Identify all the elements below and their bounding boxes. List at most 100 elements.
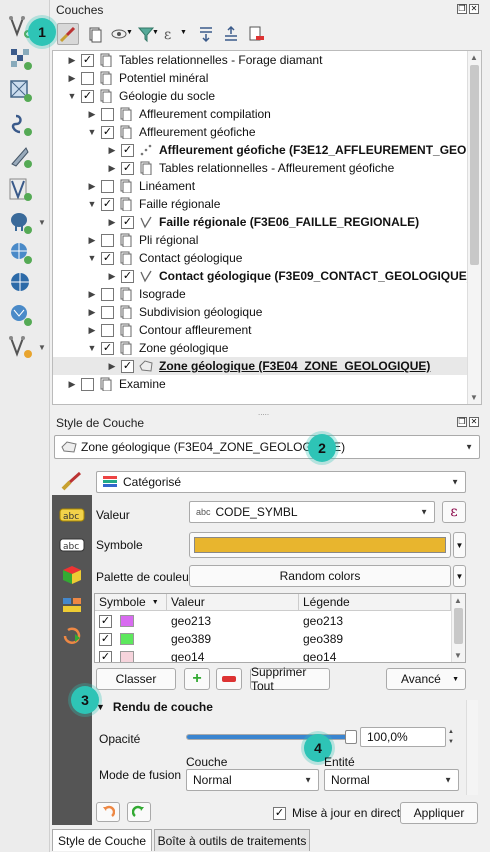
add-wms-layer-icon[interactable] — [6, 238, 36, 268]
expand-down-icon[interactable]: ▼ — [87, 127, 97, 137]
checkbox-unchecked-icon[interactable] — [101, 323, 114, 337]
expand-right-icon[interactable]: ▶ — [107, 145, 117, 156]
checkbox-checked-icon[interactable]: ✓ — [121, 143, 134, 157]
add-delimited-text-icon[interactable] — [6, 110, 36, 140]
layer-tree-item[interactable]: ▶ Contour affleurement — [53, 321, 467, 339]
renderer-combo[interactable]: Catégorisé ▼ — [96, 471, 466, 493]
float-icon[interactable]: ❐ — [457, 417, 467, 427]
checkbox-unchecked-icon[interactable] — [101, 233, 114, 247]
scroll-down-icon[interactable]: ▼ — [470, 393, 478, 402]
expand-right-icon[interactable]: ▶ — [87, 289, 97, 300]
layer-tree-scrollbar[interactable]: ▲ ▼ — [467, 51, 481, 404]
checkbox-checked-icon[interactable]: ✓ — [101, 125, 114, 139]
layer-tree-item[interactable]: ▶ ✓ Affleurement géofiche (F3E12_AFFLEUREM… — [53, 141, 467, 159]
blend-layer-combo[interactable]: Normal ▼ — [186, 769, 319, 791]
chevron-down-icon[interactable]: ▼ — [38, 343, 46, 352]
layer-tree-item[interactable]: ▶ ✓ Tables relationnelles - Forage diamant — [53, 51, 467, 69]
blend-entity-combo[interactable]: Normal ▼ — [324, 769, 459, 791]
header-symbol[interactable]: Symbole ▼ — [95, 594, 167, 611]
apply-button[interactable]: Appliquer — [400, 802, 478, 824]
add-postgis-layer-icon[interactable] — [6, 208, 36, 238]
opacity-spinbox[interactable]: 100,0% — [360, 727, 446, 747]
category-row[interactable]: ✓ geo213 geo213 — [95, 612, 451, 630]
close-icon[interactable]: ✕ — [469, 4, 479, 14]
checkbox-checked-icon[interactable]: ✓ — [99, 650, 112, 662]
layer-tree-item[interactable]: ▶ ✓ Tables relationnelles - Affleurement g… — [53, 159, 467, 177]
live-update-checkbox[interactable]: ✓ Mise à jour en direct — [273, 806, 400, 820]
category-row[interactable]: ✓ geo389 geo389 — [95, 630, 451, 648]
layer-tree-item[interactable]: ▼ ✓ Affleurement géofiche — [53, 123, 467, 141]
layer-tree-item[interactable]: ▼ ✓ Géologie du socle — [53, 87, 467, 105]
close-icon[interactable]: ✕ — [469, 417, 479, 427]
expand-right-icon[interactable]: ▶ — [107, 271, 117, 282]
diagrams-tab[interactable] — [58, 593, 86, 617]
add-spatialite-layer-icon[interactable] — [6, 175, 36, 205]
category-swatch[interactable] — [120, 633, 134, 645]
checkbox-unchecked-icon[interactable] — [81, 377, 94, 391]
scroll-thumb[interactable] — [454, 608, 463, 644]
checkbox-unchecked-icon[interactable] — [101, 305, 114, 319]
expand-down-icon[interactable]: ▼ — [87, 199, 97, 209]
layer-tree-item[interactable]: ▶ Potentiel minéral — [53, 69, 467, 87]
checkbox-unchecked-icon[interactable] — [81, 71, 94, 85]
checkbox-checked-icon[interactable]: ✓ — [99, 614, 112, 628]
symbol-button[interactable] — [189, 532, 451, 558]
layer-tree-item[interactable]: ▼ ✓ Faille régionale — [53, 195, 467, 213]
labels-tab[interactable]: abc — [58, 503, 86, 527]
expand-all-button[interactable] — [195, 23, 217, 45]
category-swatch[interactable] — [120, 651, 134, 662]
expand-right-icon[interactable]: ▶ — [67, 379, 77, 390]
expand-right-icon[interactable]: ▶ — [87, 181, 97, 192]
layer-tree-item[interactable]: ▶ Subdivision géologique — [53, 303, 467, 321]
checkbox-checked-icon[interactable]: ✓ — [121, 215, 134, 229]
layer-tree-item[interactable]: ▼ ✓ Zone géologique — [53, 339, 467, 357]
layer-rendering-section[interactable]: ▼ Rendu de couche — [96, 700, 213, 714]
expand-right-icon[interactable]: ▶ — [87, 325, 97, 336]
header-legend[interactable]: Légende — [299, 594, 451, 611]
expand-right-icon[interactable]: ▶ — [87, 307, 97, 318]
chevron-down-icon[interactable]: ▼ — [152, 29, 159, 36]
expand-right-icon[interactable]: ▶ — [67, 55, 77, 66]
chevron-down-icon[interactable]: ▼ — [38, 218, 46, 227]
redo-button[interactable] — [127, 802, 151, 822]
checkbox-checked-icon[interactable]: ✓ — [121, 269, 134, 283]
filter-expression-button[interactable]: ε — [160, 23, 182, 45]
checkbox-checked-icon[interactable]: ✓ — [101, 251, 114, 265]
undo-button[interactable] — [96, 802, 120, 822]
chevron-down-icon[interactable]: ▼ — [180, 29, 187, 36]
add-gps-layer-icon[interactable] — [6, 142, 36, 172]
tab-layer-styling[interactable]: Style de Couche — [52, 829, 152, 851]
checkbox-unchecked-icon[interactable] — [101, 179, 114, 193]
layer-tree-item[interactable]: ▶ ✓ Contact géologique (F3E09_CONTACT_GEOL… — [53, 267, 471, 285]
categories-scrollbar[interactable]: ▲ ▼ — [451, 594, 465, 662]
header-value[interactable]: Valeur — [167, 594, 299, 611]
layer-tree-item[interactable]: ▶ Affleurement compilation — [53, 105, 467, 123]
checkbox-checked-icon[interactable]: ✓ — [101, 197, 114, 211]
expression-button[interactable]: ε — [442, 501, 466, 523]
checkbox-unchecked-icon[interactable] — [101, 107, 114, 121]
layer-select-combo[interactable]: Zone géologique (F3E04_ZONE_GEOLOGIQUE) … — [54, 435, 480, 459]
step-down-icon[interactable]: ▼ — [448, 737, 460, 747]
add-wcs-layer-icon[interactable] — [6, 300, 36, 330]
layer-tree-item[interactable]: ▶ ✓ Faille régionale (F3E06_FAILLE_REGIONA… — [53, 213, 467, 231]
layer-tree-item[interactable]: ▶ ✓ Zone géologique (F3E04_ZONE_GEOLOGIQUE… — [53, 357, 467, 375]
checkbox-checked-icon[interactable]: ✓ — [81, 89, 94, 103]
add-group-button[interactable] — [84, 23, 106, 45]
checkbox-unchecked-icon[interactable] — [101, 287, 114, 301]
delete-category-button[interactable] — [216, 668, 242, 690]
opacity-slider[interactable] — [186, 730, 357, 744]
add-wfs-layer-icon[interactable] — [6, 268, 36, 298]
add-category-button[interactable]: + — [184, 668, 210, 690]
checkbox-checked-icon[interactable]: ✓ — [121, 161, 134, 175]
expand-down-icon[interactable]: ▼ — [87, 253, 97, 263]
checkbox-checked-icon[interactable]: ✓ — [81, 53, 94, 67]
value-field-combo[interactable]: abc CODE_SYMBL ▼ — [189, 501, 435, 523]
scroll-down-icon[interactable]: ▼ — [454, 651, 462, 660]
category-swatch[interactable] — [120, 615, 134, 627]
expand-down-icon[interactable]: ▼ — [67, 91, 77, 101]
new-shapefile-layer-icon[interactable] — [6, 332, 36, 362]
scroll-up-icon[interactable]: ▲ — [454, 596, 462, 605]
masks-tab[interactable]: abc — [58, 533, 86, 557]
3d-view-tab[interactable] — [58, 563, 86, 587]
advanced-button[interactable]: Avancé ▼ — [386, 668, 466, 690]
